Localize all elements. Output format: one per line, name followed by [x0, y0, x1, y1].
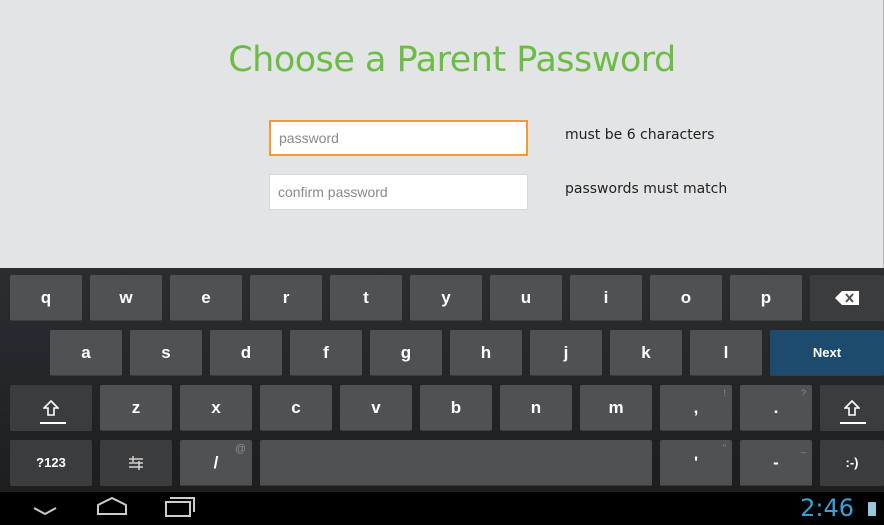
key-dash-label: - [773, 452, 779, 472]
key-dash[interactable]: - _ [740, 440, 812, 486]
password-form: Choose a Parent Password password must b… [0, 0, 884, 268]
key-n[interactable]: n [500, 385, 572, 431]
key-m[interactable]: m [580, 385, 652, 431]
key-b[interactable]: b [420, 385, 492, 431]
key-comma[interactable]: , ! [660, 385, 732, 431]
key-q[interactable]: q [10, 275, 82, 321]
back-icon[interactable] [32, 502, 58, 516]
shift-indicator [40, 422, 66, 424]
key-dash-alt: _ [800, 443, 806, 453]
key-w[interactable]: w [90, 275, 162, 321]
shift-icon [844, 399, 860, 416]
key-y[interactable]: y [410, 275, 482, 321]
key-apostrophe-label: ' [693, 452, 699, 472]
key-e[interactable]: e [170, 275, 242, 321]
battery-icon [868, 502, 876, 516]
key-slash-label: / [213, 452, 219, 472]
key-comma-alt: ! [723, 388, 726, 398]
shift-key-right[interactable] [820, 385, 884, 431]
space-bar[interactable] [260, 440, 652, 486]
confirm-hint: passwords must match [565, 181, 728, 197]
key-apostrophe[interactable]: ' " [660, 440, 732, 486]
home-icon[interactable] [96, 496, 128, 516]
key-x[interactable]: x [180, 385, 252, 431]
smiley-key[interactable]: :-) [820, 440, 884, 486]
password-field[interactable]: password [269, 120, 528, 156]
key-a[interactable]: a [50, 330, 122, 376]
key-h[interactable]: h [450, 330, 522, 376]
key-s[interactable]: s [130, 330, 202, 376]
key-k[interactable]: k [610, 330, 682, 376]
confirm-password-field[interactable]: confirm password [269, 174, 528, 210]
key-period-alt: ? [800, 388, 806, 398]
shift-icon [43, 399, 59, 416]
key-v[interactable]: v [340, 385, 412, 431]
key-comma-label: , [693, 397, 699, 417]
recent-apps-icon[interactable] [164, 496, 196, 518]
key-l[interactable]: l [690, 330, 762, 376]
shift-key-left[interactable] [10, 385, 92, 431]
key-u[interactable]: u [490, 275, 562, 321]
clock: 2:46 [800, 494, 854, 522]
key-o[interactable]: o [650, 275, 722, 321]
password-hint: must be 6 characters [565, 127, 715, 143]
symbols-key[interactable]: ?123 [10, 440, 92, 486]
next-key[interactable]: Next [770, 330, 884, 376]
settings-key[interactable] [100, 440, 172, 486]
key-slash-alt: @ [234, 443, 246, 455]
shift-indicator [840, 422, 866, 424]
key-apostrophe-alt: " [722, 443, 726, 453]
key-period[interactable]: . ? [740, 385, 812, 431]
key-g[interactable]: g [370, 330, 442, 376]
key-period-label: . [773, 397, 779, 417]
screen: Choose a Parent Password password must b… [0, 0, 884, 525]
key-slash[interactable]: / @ [180, 440, 252, 486]
navigation-bar: 2:46 [0, 492, 884, 525]
key-z[interactable]: z [100, 385, 172, 431]
key-r[interactable]: r [250, 275, 322, 321]
key-i[interactable]: i [570, 275, 642, 321]
settings-icon [129, 455, 143, 470]
key-f[interactable]: f [290, 330, 362, 376]
key-t[interactable]: t [330, 275, 402, 321]
soft-keyboard: q w e r t y u i o p a s d f g h j k l Ne… [0, 268, 884, 492]
backspace-icon [835, 290, 859, 305]
key-d[interactable]: d [210, 330, 282, 376]
key-p[interactable]: p [730, 275, 802, 321]
key-c[interactable]: c [260, 385, 332, 431]
page-title: Choose a Parent Password [228, 40, 676, 80]
backspace-key[interactable] [810, 275, 884, 321]
key-j[interactable]: j [530, 330, 602, 376]
